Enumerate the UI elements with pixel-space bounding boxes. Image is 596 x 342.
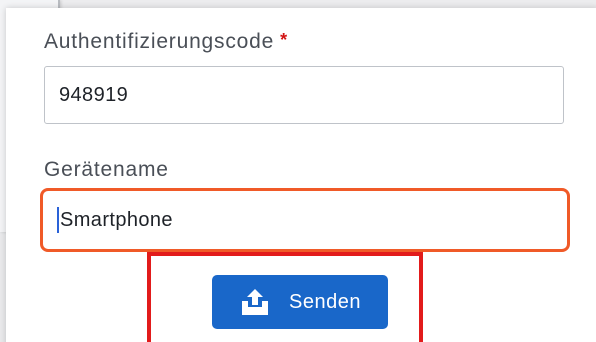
- device-name-value: Smartphone: [60, 208, 173, 231]
- auth-code-label: Authentifizierungscode *: [44, 30, 288, 54]
- screenshot-stage: Authentifizierungscode * 948919 Gerätenam…: [0, 0, 596, 342]
- send-button[interactable]: Senden: [212, 275, 388, 329]
- device-name-label-text: Gerätename: [44, 158, 169, 181]
- required-marker: *: [280, 30, 288, 50]
- upload-tray-icon: [242, 289, 269, 315]
- auth-code-input[interactable]: 948919: [44, 66, 564, 124]
- send-button-label: Senden: [289, 290, 361, 313]
- device-name-label: Gerätename: [44, 158, 169, 182]
- auth-code-label-text: Authentifizierungscode: [44, 30, 275, 53]
- text-caret: [57, 207, 59, 233]
- auth-code-value: 948919: [59, 83, 129, 106]
- device-name-input[interactable]: Smartphone: [40, 188, 570, 252]
